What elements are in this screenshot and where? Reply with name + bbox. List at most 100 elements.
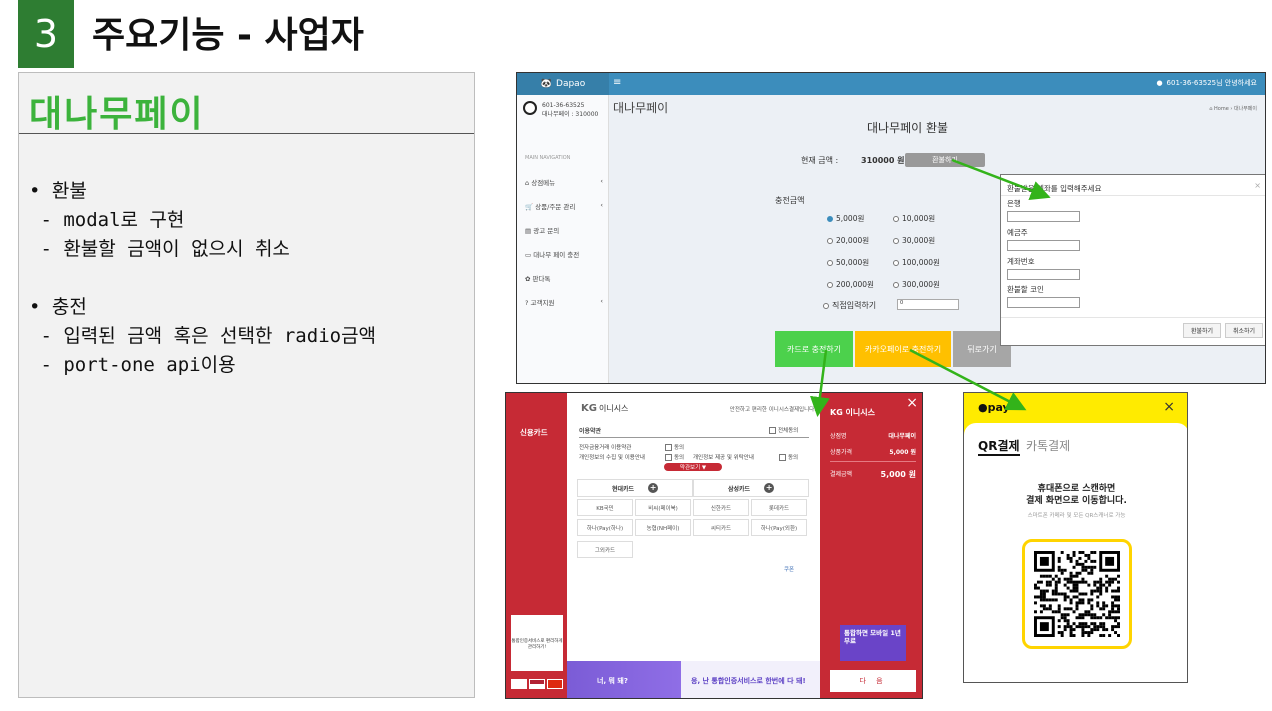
kakaopay-sheet: QR결제 카톡결제 휴대폰으로 스캔하면 결제 화면으로 이동합니다. 스마트폰… [964, 423, 1187, 682]
sidebar-item-products[interactable]: 🛒 상품/주문 관리 ‹ [525, 201, 603, 211]
radio-icon [893, 237, 899, 244]
card-label: 삼성카드 [727, 485, 751, 493]
card-bc[interactable]: 비씨(페이북) [635, 499, 691, 516]
menu-toggle-icon[interactable]: ≡ [613, 77, 621, 88]
term-finance-agree[interactable]: 동의 [665, 443, 684, 451]
refund-section-title: 대나무페이 환불 [867, 121, 949, 135]
top-user-menu[interactable]: ● 601-36-63525님 안녕하세요 [1156, 78, 1257, 88]
sidebar-item-ads[interactable]: ▤ 광고 문의 [525, 225, 603, 235]
radio-label: 30,000원 [902, 236, 936, 245]
card-charge-button[interactable]: 카드로 충전하기 [775, 331, 853, 367]
radio-icon [827, 281, 833, 288]
close-icon[interactable]: × [1254, 181, 1261, 190]
radio-icon [827, 237, 833, 244]
next-button[interactable]: 다 음 [830, 670, 916, 692]
radio-direct-input[interactable]: 직접입력하기 [823, 300, 876, 311]
card-samsung[interactable]: 삼성카드 + [693, 479, 809, 497]
checkbox-label: 동의 [674, 455, 685, 461]
radio-label: 5,000원 [836, 214, 865, 223]
kakao-charge-button[interactable]: 카카오페이로 충전하기 [855, 331, 951, 367]
card-other[interactable]: 그외카드 [577, 541, 633, 558]
account-label: 계좌번호 [1007, 257, 1035, 266]
view-terms-button[interactable]: 약관보기 ▼ [664, 463, 722, 471]
card-shinhan[interactable]: 신한카드 [693, 499, 749, 516]
close-icon[interactable]: × [906, 395, 918, 411]
checkbox-icon [665, 454, 672, 461]
qr-code-frame [1022, 539, 1132, 649]
term-privacy-agree[interactable]: 동의 [665, 453, 684, 461]
refund-button[interactable]: 환불하기 [905, 153, 985, 167]
flag-kr-icon[interactable] [511, 679, 527, 689]
coupon-link[interactable]: 쿠폰 [784, 565, 794, 573]
row-label: 상점명 [830, 433, 847, 440]
radio-30000[interactable]: 30,000원 [893, 235, 935, 246]
radio-icon [827, 259, 833, 266]
sidebar-item-label: 상점메뉴 [531, 179, 556, 187]
radio-50000[interactable]: 50,000원 [827, 257, 869, 268]
language-selector[interactable] [511, 679, 563, 689]
radio-100000[interactable]: 100,000원 [893, 257, 940, 268]
store-name-row: 상점명 대나무페이 [830, 431, 916, 440]
radio-10000[interactable]: 10,000원 [893, 213, 935, 224]
card-citi[interactable]: 씨티카드 [693, 519, 749, 536]
card-hana[interactable]: 하나(Pay(하나) [577, 519, 633, 536]
radio-20000[interactable]: 20,000원 [827, 235, 869, 246]
kg-logo-mark: KG [581, 403, 597, 414]
bullet-refund: • 환불 [29, 180, 87, 202]
nav-header: MAIN NAVIGATION [525, 155, 571, 161]
tab-qr-payment[interactable]: QR결제 [978, 437, 1020, 456]
sidebar-item-store[interactable]: ⌂ 상점메뉴 ‹ [525, 177, 603, 187]
divider [579, 437, 809, 438]
card-lotte[interactable]: 롯데카드 [751, 499, 807, 516]
account-input[interactable] [1007, 269, 1080, 280]
order-summary: KG 이니시스 × 상점명 대나무페이 상품가격 5,000 원 결제금액 5,000… [820, 393, 922, 698]
left-ad-banner[interactable]: 통합인증서비스로 편리하게 관리하기! [511, 615, 563, 671]
card-hana-kex[interactable]: 하나(Pay(외환) [751, 519, 807, 536]
admin-screenshot: 🐼 Dapao ≡ ● 601-36-63525님 안녕하세요 601-36-6… [516, 72, 1266, 384]
bullet-refund-cancel: - 환불할 금액이 없으시 취소 [29, 238, 290, 260]
bottom-ad-banner[interactable]: 너, 뭐 돼? 응, 난 통합인증서비스로 한번에 다 돼! [567, 661, 820, 698]
plus-icon: + [648, 483, 659, 493]
kakaopay-logo: ●pay [978, 401, 1010, 414]
user-id: 601-36-63525 [542, 102, 585, 109]
flag-us-icon[interactable] [529, 679, 545, 689]
page-title: 대나무페이 [613, 101, 669, 115]
breadcrumb[interactable]: ⌂ Home › 대나무페이 [1209, 105, 1257, 112]
flag-cn-icon[interactable] [547, 679, 563, 689]
ad-right-text: 응, 난 통합인증서비스로 한번에 다 돼! [691, 677, 806, 685]
modal-cancel-button[interactable]: 취소하기 [1225, 323, 1263, 338]
brand-name: Dapao [556, 79, 586, 89]
sidebar-item-pay-charge[interactable]: ▭ 대나무 페이 충전 [525, 249, 603, 259]
promo-banner[interactable]: 통합하면 모바일 1년 무료 [840, 625, 906, 661]
close-icon[interactable]: × [1163, 399, 1175, 415]
cart-icon: 🛒 [525, 203, 534, 211]
radio-200000[interactable]: 200,000원 [827, 279, 874, 290]
scan-instruction-line1: 휴대폰으로 스캔하면 [1037, 484, 1116, 494]
card-hyundai[interactable]: 현대카드 + [577, 479, 693, 497]
row-label: 결제금액 [830, 471, 853, 478]
term-third-party-agree[interactable]: 동의 [779, 453, 798, 461]
sidebar-item-pandatalk[interactable]: ✿ 판다톡 [525, 273, 603, 283]
panda-icon: 🐼 [540, 79, 553, 89]
sidebar-item-support[interactable]: ? 고객지원 ‹ [525, 297, 603, 307]
card-nh[interactable]: 농협(NH페이) [635, 519, 691, 536]
tab-talk-payment[interactable]: 카톡결제 [1026, 437, 1070, 454]
admin-topbar: 🐼 Dapao ≡ ● 601-36-63525님 안녕하세요 [517, 73, 1265, 95]
sidebar-item-label: 대나무 페이 충전 [533, 251, 580, 259]
brand-logo[interactable]: 🐼 Dapao [517, 73, 609, 95]
bank-input[interactable] [1007, 211, 1080, 222]
row-label: 상품가격 [830, 449, 853, 456]
kg-logo-text: 이니시스 [598, 404, 629, 413]
radio-5000[interactable]: 5,000원 [827, 213, 864, 224]
radio-300000[interactable]: 300,000원 [893, 279, 940, 290]
ad-left-text: 너, 뭐 돼? [597, 677, 628, 685]
bullet-charge-api: - port-one api이용 [29, 354, 236, 376]
holder-input[interactable] [1007, 240, 1080, 251]
radio-label: 50,000원 [836, 258, 870, 267]
term-third-party: 개인정보 제공 및 위탁안내 [693, 455, 754, 461]
coin-input[interactable] [1007, 297, 1080, 308]
card-kb[interactable]: KB국민 [577, 499, 633, 516]
agree-all-checkbox[interactable]: 전체동의 [769, 426, 798, 434]
direct-amount-input[interactable]: 0 [897, 299, 959, 310]
modal-refund-button[interactable]: 환불하기 [1183, 323, 1221, 338]
